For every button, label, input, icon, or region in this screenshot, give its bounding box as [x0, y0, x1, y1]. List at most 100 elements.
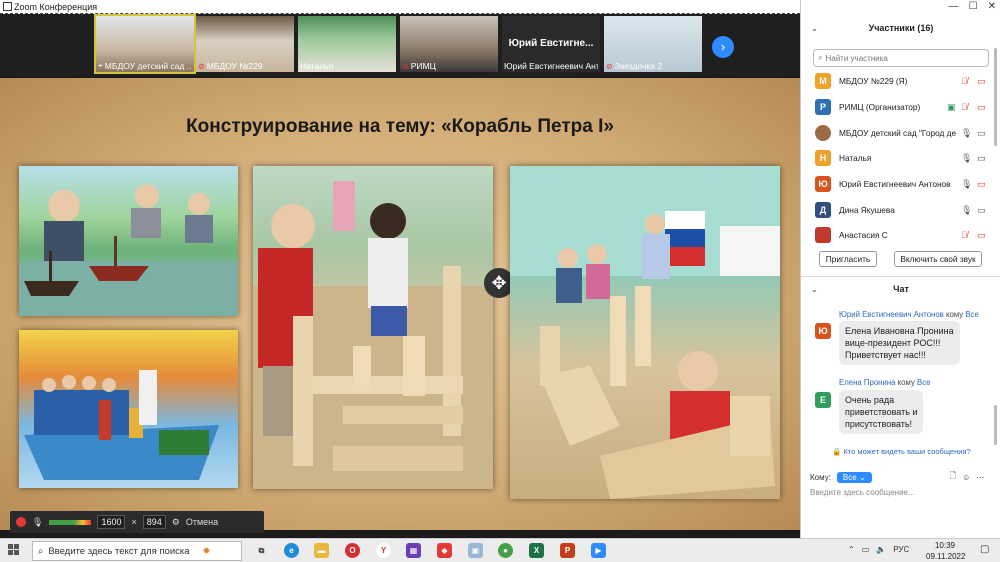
emoji-icon[interactable]: ☺	[962, 473, 970, 482]
speaker-icon[interactable]: 🔈	[876, 545, 886, 554]
dimension-separator: ×	[131, 517, 137, 527]
photo-building-blocks-art	[253, 181, 493, 489]
language-indicator[interactable]: РУС	[893, 545, 909, 554]
yandex-icon[interactable]: Y	[376, 543, 391, 558]
height-field[interactable]: 894	[142, 515, 166, 529]
chat-message-line: вице-президент РОС!!!	[845, 338, 941, 348]
app-icon[interactable]: ●	[498, 543, 513, 558]
avatar	[815, 227, 831, 243]
video-strip: ⌖ МБДОУ детский сад ... ⊘ МБДОУ №229 Натал…	[0, 14, 800, 76]
video-icon[interactable]: ▭	[977, 205, 986, 216]
opera-icon[interactable]: O	[345, 543, 360, 558]
system-tray: ⌃ ▭ 🔈 РУС	[848, 545, 909, 554]
microphone-icon[interactable]: 🎙	[961, 179, 972, 190]
invite-button[interactable]: Пригласить	[819, 251, 877, 267]
folder-icon[interactable]: ▬	[314, 543, 329, 558]
who-can-see-text: Кто может видеть ваши сообщения?	[843, 447, 971, 456]
participant-name: РИМЦ (Организатор)	[839, 102, 921, 112]
edge-icon[interactable]: e	[284, 543, 299, 558]
app-icon[interactable]: ◆	[437, 543, 452, 558]
mic-muted-icon[interactable]: 🎙̸	[961, 102, 968, 112]
app-icon[interactable]: ▦	[406, 543, 421, 558]
video-tile[interactable]: ⊘ Звездочка 2	[604, 16, 702, 72]
chevron-down-icon[interactable]: ⌄	[811, 285, 818, 294]
microphone-icon[interactable]: 🎙	[961, 153, 972, 164]
chat-scrollbar[interactable]	[994, 405, 997, 445]
chat-message-input[interactable]: Введите здесь сообщение...	[810, 488, 915, 497]
participant-search-input[interactable]: ⌕ Найти участника	[813, 49, 989, 67]
video-icon[interactable]: ▭	[977, 128, 986, 139]
avatar: Е	[815, 392, 831, 408]
record-icon[interactable]	[16, 517, 26, 527]
taskbar-search-input[interactable]: ⌕ Введите здесь текст для поиска ✹	[32, 541, 242, 561]
windows-start-icon[interactable]	[8, 544, 20, 556]
search-icon: ⌕	[818, 53, 823, 62]
mic-muted-icon: ⊘	[606, 61, 613, 71]
chat-recipient-value: Все	[842, 472, 857, 482]
participant-row[interactable]: Ю Юрий Евстигнеевич Антонов 🎙 ▭	[801, 172, 993, 196]
chevron-down-icon[interactable]: ⌄	[811, 24, 818, 33]
microphone-icon[interactable]: 🎙	[961, 205, 972, 216]
maximize-icon[interactable]: ☐	[969, 1, 978, 12]
video-off-icon[interactable]: ▭	[977, 230, 986, 241]
unmute-button[interactable]: Включить свой звук	[894, 251, 982, 267]
network-icon[interactable]: ▭	[862, 545, 870, 554]
mic-muted-icon[interactable]: 🎙̸	[961, 76, 968, 86]
shared-screen: Конструирование на тему: «Корабль Петра …	[0, 78, 800, 530]
chat-to-word: кому	[946, 310, 964, 319]
video-off-icon[interactable]: ▭	[977, 179, 986, 190]
video-off-icon[interactable]: ▭	[977, 102, 986, 113]
participant-row[interactable]: МБДОУ детский сад "Город де... 🎙 ▭	[801, 121, 993, 145]
notification-icon[interactable]: ▢	[980, 544, 989, 555]
photo-kids-block-ship-art	[510, 166, 780, 499]
who-can-see-link[interactable]: 🔒 Кто может видеть ваши сообщения?	[832, 447, 971, 456]
video-tile[interactable]: Наталья	[298, 16, 396, 72]
participant-row[interactable]: М МБДОУ №229 (Я) 🎙̸ ▭	[801, 69, 993, 93]
zoom-icon[interactable]: ▶	[591, 543, 606, 558]
microphone-icon[interactable]: 🎙	[961, 128, 972, 139]
width-field[interactable]: 1600	[97, 515, 126, 529]
hedgehog-icon: ✹	[202, 545, 211, 557]
participant-row[interactable]: Н Наталья 🎙 ▭	[801, 146, 993, 170]
chat-to-label: Кому:	[810, 472, 831, 482]
lock-icon: 🔒	[832, 447, 842, 456]
chat-recipient-row: Кому: Все ⌄ 🗋 ☺ ⋯	[810, 470, 984, 484]
taskbar-clock[interactable]: 10:39 09.11.2022	[926, 540, 965, 562]
microphone-icon[interactable]: 🎙	[32, 517, 43, 528]
chat-message-line: Очень рада	[845, 395, 895, 405]
participant-row[interactable]: Р РИМЦ (Организатор) ▣ 🎙̸ ▭	[801, 95, 993, 119]
video-tile[interactable]: ⌖ МБДОУ детский сад ...	[94, 14, 196, 74]
video-tile[interactable]: Юрий Евстигне... Юрий Евстигнеевич Ант..…	[502, 16, 600, 72]
search-icon: ⌕	[38, 545, 44, 557]
video-off-icon[interactable]: ▭	[977, 76, 986, 87]
participant-row[interactable]: Анастасия С 🎙̸ ▭	[801, 223, 993, 247]
mic-muted-icon[interactable]: 🎙̸	[961, 230, 968, 240]
video-icon[interactable]: ▭	[977, 153, 986, 164]
video-tile[interactable]: ⊘ РИМЦ	[400, 16, 498, 72]
video-tile[interactable]: ⊘ МБДОУ №229	[196, 16, 294, 72]
mic-muted-icon: ⊘	[402, 61, 409, 71]
screen-share-icon: ▣	[947, 101, 956, 112]
cancel-button[interactable]: Отмена	[186, 517, 218, 527]
video-tile-name: Юрий Евстигне...	[508, 38, 594, 49]
chevron-up-icon[interactable]: ⌃	[848, 545, 855, 554]
participant-name: МБДОУ детский сад "Город де...	[839, 128, 957, 138]
powerpoint-icon[interactable]: P	[560, 543, 575, 558]
more-icon[interactable]: ⋯	[976, 473, 984, 482]
chat-recipient-dropdown[interactable]: Все ⌄	[836, 471, 872, 483]
participants-scrollbar[interactable]	[994, 48, 997, 146]
chat-message-line: присутствовать!	[845, 419, 913, 429]
minimize-icon[interactable]: —	[949, 1, 959, 12]
taskbar-search-placeholder: Введите здесь текст для поиска	[48, 545, 190, 557]
file-icon[interactable]: 🗋	[950, 470, 956, 484]
close-icon[interactable]: ✕	[988, 1, 996, 12]
participant-name: Юрий Евстигнеевич Антонов	[839, 179, 951, 189]
excel-icon[interactable]: X	[529, 543, 544, 558]
gear-icon[interactable]: ⚙	[172, 517, 180, 528]
participant-row[interactable]: Д Дина Якушева 🎙 ▭	[801, 198, 993, 222]
video-tile-caption: Юрий Евстигнеевич Ант...	[504, 61, 598, 71]
app-icon[interactable]: ▣	[468, 543, 483, 558]
next-page-button[interactable]: ›	[712, 36, 734, 58]
chat-message-line: приветствовать и	[845, 407, 918, 417]
task-view-icon[interactable]: ⧉	[254, 543, 269, 558]
